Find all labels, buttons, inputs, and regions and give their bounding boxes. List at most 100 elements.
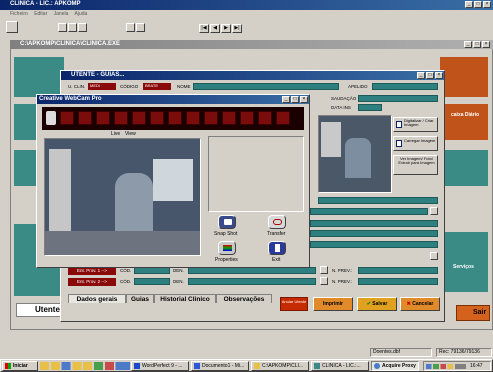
ent-prov2-lookup-button[interactable] [320, 277, 328, 285]
u-clin-field[interactable]: MEDI [88, 83, 116, 90]
mid-field-4[interactable] [310, 230, 438, 237]
mid-field-2[interactable] [310, 208, 428, 215]
sair-button[interactable]: Sair [456, 305, 490, 321]
den1-field[interactable] [188, 267, 316, 274]
film-frame[interactable] [78, 111, 92, 125]
toolbar-print-button[interactable] [6, 21, 18, 33]
toolbar-tool-d-button[interactable] [126, 23, 135, 32]
den2-field[interactable] [188, 278, 316, 285]
quicklaunch-icons[interactable] [40, 362, 130, 370]
mid-lookup-button-2[interactable] [430, 252, 438, 260]
salvar-button[interactable]: ✔ Salvar [357, 297, 397, 311]
bg-tile-right-1[interactable] [440, 57, 488, 97]
bg-tile-right-3[interactable] [440, 150, 488, 186]
tray-icons[interactable] [426, 364, 466, 369]
toolbar-tool-a-button[interactable] [58, 23, 67, 32]
snapshot-button[interactable] [218, 215, 236, 229]
taskbar-task-acquire-proxy[interactable]: Acquire Proxy [371, 361, 419, 371]
cancelar-label: Cancelar [412, 301, 434, 307]
mdi-close-button[interactable]: × [482, 41, 490, 48]
bg-tile-right-2[interactable] [440, 104, 488, 140]
tab-dados-gerais[interactable]: Dados gerais [68, 294, 126, 303]
utente-maximize-button[interactable]: □ [426, 72, 434, 79]
status-file-text: Doentes.dbf [373, 349, 400, 355]
mid-field-3[interactable] [310, 220, 438, 227]
taskbar-task-apkomp[interactable]: C:\APKOMP\CLI... [251, 361, 309, 371]
webcam-minimize-button[interactable]: _ [282, 96, 290, 103]
last-record-button[interactable]: ▶| [232, 24, 242, 33]
film-frame[interactable] [204, 111, 218, 125]
film-frame[interactable] [186, 111, 200, 125]
film-frame[interactable] [240, 111, 254, 125]
app-close-button[interactable]: × [483, 1, 491, 8]
cod1-field[interactable] [134, 267, 170, 274]
tab-historial-clinico-label: Historial Clinico [160, 296, 210, 303]
apelido-label: APELIDO [348, 84, 368, 89]
menu-editar[interactable]: Editar [34, 11, 47, 17]
saudacao-field[interactable] [358, 95, 438, 102]
taskbar-task-documento[interactable]: Documento1 - Mi... [191, 361, 249, 371]
film-frame[interactable] [168, 111, 182, 125]
prev-record-button[interactable]: ◀ [210, 24, 220, 33]
imprimir-button[interactable]: Imprimir [313, 297, 353, 311]
cancelar-button[interactable]: ✖ Cancelar [400, 297, 440, 311]
apelido-field[interactable] [372, 83, 438, 90]
mdi-minimize-button[interactable]: _ [464, 41, 472, 48]
start-button[interactable]: Iniciar [2, 361, 38, 371]
carregar-icon [396, 140, 402, 147]
ent-prov1-lookup-button[interactable] [320, 266, 328, 274]
webcam-maximize-button[interactable]: □ [291, 96, 299, 103]
anular-utente-button[interactable]: Anular Utente [280, 297, 308, 311]
cod2-field[interactable] [134, 278, 170, 285]
tab-observacoes[interactable]: Observações [216, 294, 272, 303]
film-strip[interactable] [42, 107, 304, 130]
menu-janela[interactable]: Janela [54, 11, 69, 17]
film-frame[interactable] [150, 111, 164, 125]
data-ins-field[interactable] [358, 104, 382, 111]
menu-ajuda[interactable]: Ajuda [75, 11, 88, 17]
mdi-titlebar: C:\APKOMP\CLINICA\CLINICA.EXE [10, 40, 493, 49]
app-maximize-button[interactable]: □ [474, 1, 482, 8]
carregar-button[interactable]: Carregar Imagem [393, 136, 438, 151]
mid-field-1[interactable] [318, 197, 438, 204]
next-record-button[interactable]: ▶ [221, 24, 231, 33]
menu-ficheiro[interactable]: Ficheiro [10, 11, 28, 17]
mdi-maximize-button[interactable]: □ [473, 41, 481, 48]
film-frame[interactable] [258, 111, 272, 125]
ver-imagem-button[interactable]: Ver Imagem/ Foto/ Extrair para Imagem [393, 155, 438, 175]
film-frame[interactable] [60, 111, 74, 125]
tab-historial-clinico[interactable]: Historial Clinico [154, 294, 216, 303]
nprev2-field[interactable] [358, 278, 438, 285]
film-frame[interactable] [114, 111, 128, 125]
app-minimize-button[interactable]: _ [465, 1, 473, 8]
toolbar-tool-e-button[interactable] [136, 23, 145, 32]
utente-minimize-button[interactable]: _ [417, 72, 425, 79]
codigo-field[interactable]: BRATE [143, 83, 171, 90]
transfer-button[interactable] [268, 215, 286, 229]
first-record-button[interactable]: |◀ [199, 24, 209, 33]
utente-close-button[interactable]: × [435, 72, 443, 79]
taskbar-task-clinica[interactable]: CLINICA - LIC.:... [311, 361, 369, 371]
nprev1-field[interactable] [358, 267, 438, 274]
nome-field[interactable] [193, 83, 339, 90]
task-label: Documento1 - Mi... [202, 363, 245, 369]
film-frame[interactable] [132, 111, 146, 125]
film-frame[interactable] [276, 111, 290, 125]
properties-button[interactable] [218, 241, 236, 255]
film-frame[interactable] [222, 111, 236, 125]
webcam-close-button[interactable]: × [300, 96, 308, 103]
bg-tile-left-1[interactable] [14, 57, 64, 97]
bg-tile-right-4[interactable] [440, 232, 488, 292]
bg-utente-tab[interactable]: Utente [16, 303, 66, 317]
mid-lookup-button-1[interactable] [430, 207, 438, 215]
toolbar-tool-c-button[interactable] [78, 23, 87, 32]
mid-field-5[interactable] [310, 241, 438, 248]
toolbar-tool-b-button[interactable] [68, 23, 77, 32]
film-frame[interactable] [96, 111, 110, 125]
tab-guias[interactable]: Guias [126, 294, 154, 303]
exit-button[interactable] [268, 241, 286, 255]
view-label: View [125, 131, 136, 137]
digitalizar-button[interactable]: Digitalizar / Criar Imagem [393, 117, 438, 132]
video-desk [45, 231, 200, 255]
taskbar-task-wordperfect[interactable]: WordPerfect 9 - ... [131, 361, 189, 371]
